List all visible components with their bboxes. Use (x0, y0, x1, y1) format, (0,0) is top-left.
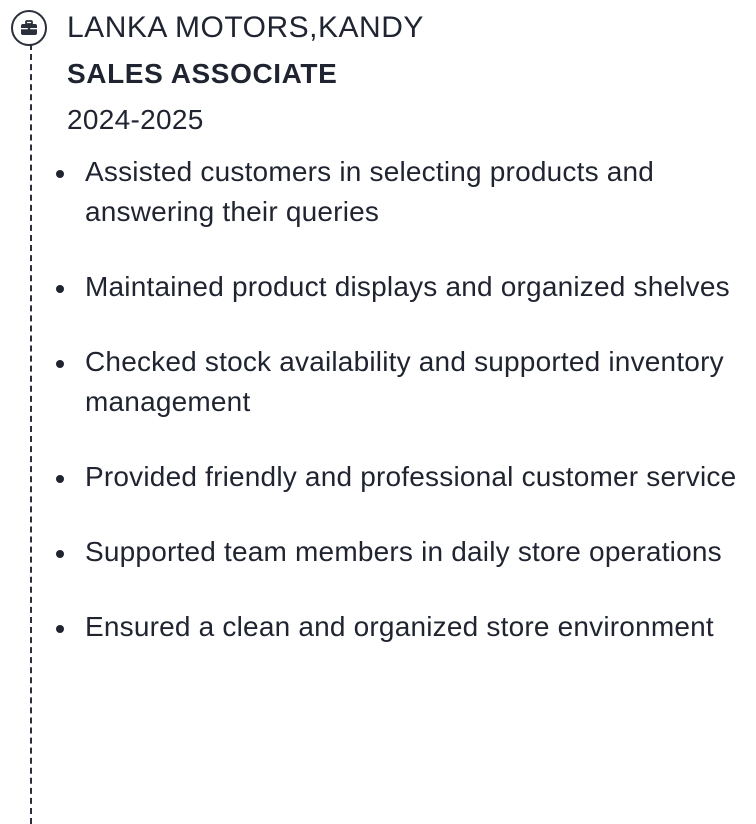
bullet-icon (56, 360, 64, 368)
duty-item: Maintained product displays and organize… (52, 267, 746, 307)
duty-item: Assisted customers in selecting products… (52, 152, 746, 232)
duty-text: Supported team members in daily store op… (85, 536, 722, 567)
employment-dates: 2024-2025 (67, 104, 204, 135)
timeline-marker (11, 10, 47, 46)
duty-text: Ensured a clean and organized store envi… (85, 611, 714, 642)
bullet-icon (56, 625, 64, 633)
duties-list: Assisted customers in selecting products… (52, 152, 746, 682)
bullet-icon (56, 285, 64, 293)
duty-text: Maintained product displays and organize… (85, 271, 730, 302)
bullet-icon (56, 550, 64, 558)
duty-text: Assisted customers in selecting products… (85, 156, 655, 227)
duty-text: Checked stock availability and supported… (85, 346, 724, 417)
duty-text: Provided friendly and professional custo… (85, 461, 737, 492)
job-title: SALES ASSOCIATE (67, 58, 338, 89)
duty-item: Provided friendly and professional custo… (52, 457, 746, 497)
duty-item: Checked stock availability and supported… (52, 342, 746, 422)
briefcase-icon (20, 20, 38, 36)
bullet-icon (56, 170, 64, 178)
duty-item: Supported team members in daily store op… (52, 532, 746, 572)
experience-entry-header: LANKA MOTORS,KANDY SALES ASSOCIATE 2024-… (67, 8, 746, 140)
bullet-icon (56, 475, 64, 483)
duty-item: Ensured a clean and organized store envi… (52, 607, 746, 647)
timeline-line (30, 44, 32, 824)
company-name: LANKA MOTORS,KANDY (67, 11, 424, 44)
